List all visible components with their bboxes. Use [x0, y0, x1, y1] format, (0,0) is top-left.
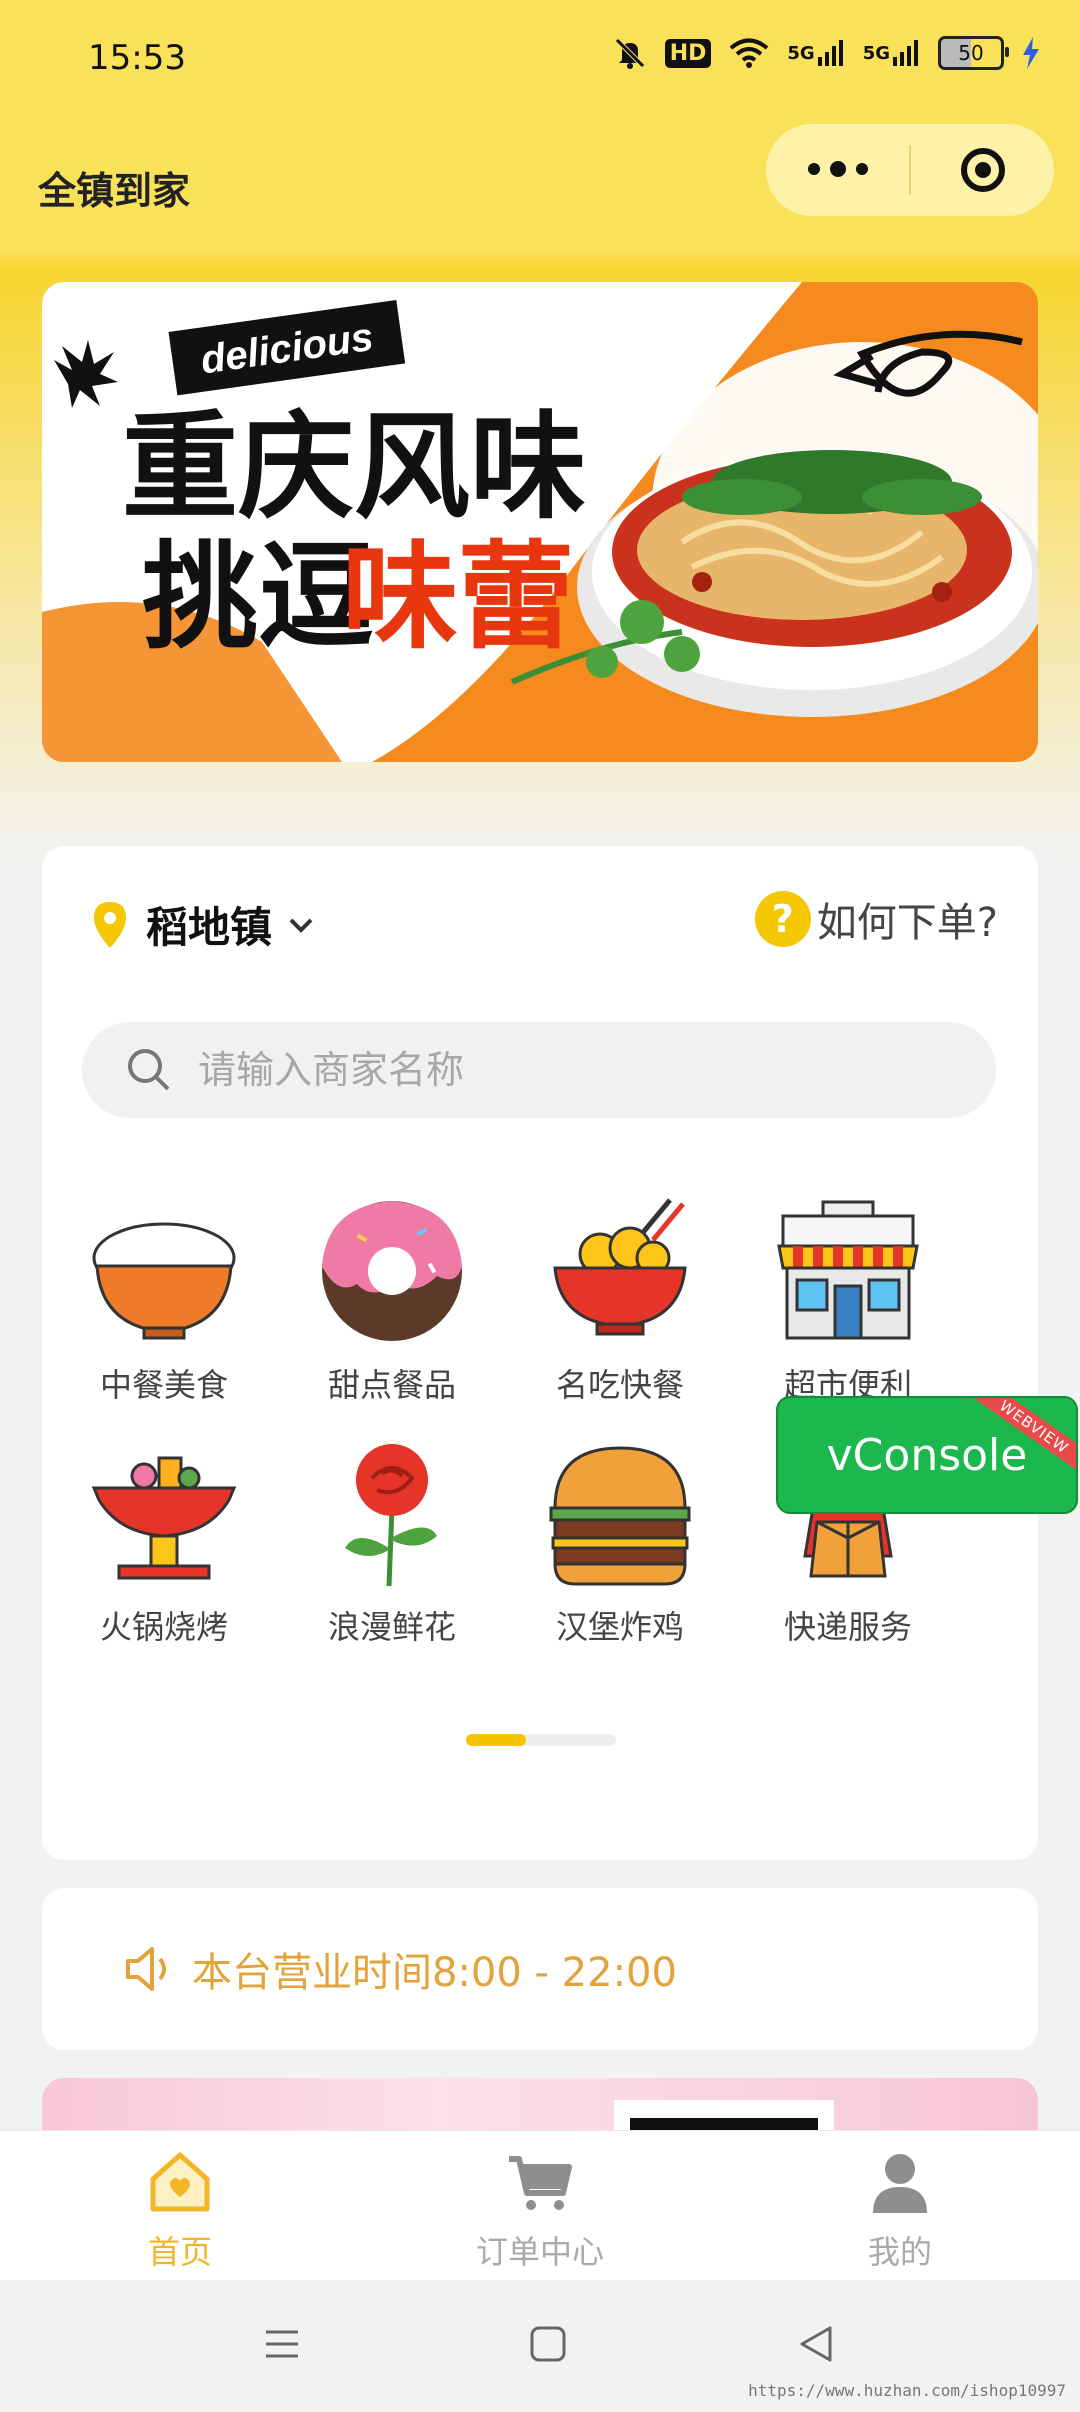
status-icons: HD 5G 5G 50 [613, 36, 1040, 70]
category-label: 名吃快餐 [555, 1366, 684, 1404]
category-label: 快递服务 [783, 1608, 912, 1646]
tab-orders[interactable]: 订单中心 [420, 2147, 660, 2273]
category-label: 汉堡炸鸡 [555, 1608, 684, 1646]
category-hotpot-bbq[interactable]: 火锅烧烤 [64, 1438, 264, 1648]
signal-5g-label-2: 5G [862, 42, 890, 64]
hotpot-icon [91, 1456, 237, 1580]
signal-5g-label-1: 5G [787, 42, 815, 64]
category-chinese-food[interactable]: 中餐美食 [64, 1196, 264, 1406]
location-selector[interactable]: 稻地镇 [90, 894, 314, 955]
back-triangle-icon[interactable] [796, 2324, 836, 2364]
wifi-icon [729, 37, 769, 69]
question-icon: ? [754, 891, 811, 947]
cart-icon [509, 2156, 572, 2210]
banner-line2-black: 挑逗 [142, 530, 374, 665]
promo-strip[interactable] [42, 2078, 1038, 2138]
location-pin-icon [94, 901, 126, 948]
noodle-bowl-icon [553, 1198, 687, 1336]
tab-home[interactable]: 首页 [60, 2147, 300, 2273]
tab-profile[interactable]: 我的 [780, 2147, 1020, 2273]
rice-bowl-icon [92, 1222, 236, 1340]
category-desserts[interactable]: 甜点餐品 [292, 1196, 492, 1406]
vconsole-label: vConsole [826, 1429, 1028, 1481]
burger-icon [549, 1446, 691, 1586]
business-hours-notice: 本台营业时间8:00 - 22:00 [42, 1888, 1038, 2050]
promo-banner[interactable]: delicious 重庆风味 挑逗 味蕾 [42, 282, 1038, 762]
home-square-icon[interactable] [528, 2324, 568, 2364]
category-flowers[interactable]: 浪漫鲜花 [292, 1438, 492, 1648]
search-icon [128, 1049, 170, 1091]
donut-icon [322, 1201, 462, 1341]
charging-bolt-icon [1022, 37, 1040, 69]
search-input[interactable] [196, 1047, 900, 1093]
status-bar: 15:53 HD 5G 5G 50 [0, 0, 1080, 120]
business-hours-text: 本台营业时间8:00 - 22:00 [192, 1950, 677, 1996]
category-panel: 稻地镇 ? 如何下单? 中餐美食 [42, 846, 1038, 1860]
more-menu-button[interactable] [766, 161, 909, 177]
store-icon [777, 1200, 919, 1340]
speaker-icon [126, 1947, 166, 1991]
status-time: 15:53 [88, 38, 186, 78]
category-convenience-store[interactable]: 超市便利 [748, 1196, 948, 1406]
chevron-down-icon [289, 918, 313, 933]
target-icon [960, 148, 1005, 192]
category-label: 浪漫鲜花 [327, 1608, 456, 1646]
home-icon [150, 2152, 210, 2212]
watermark: https://www.huzhan.com/ishop10997 [748, 2381, 1066, 2400]
battery-level: 50 [958, 41, 984, 65]
category-burger-chicken[interactable]: 汉堡炸鸡 [520, 1438, 720, 1648]
tab-label: 订单中心 [475, 2233, 604, 2271]
location-town: 稻地镇 [146, 903, 273, 952]
battery-icon: 50 [938, 36, 1009, 70]
vconsole-button[interactable]: vConsole WEBVIEW [776, 1396, 1078, 1514]
miniapp-capsule [766, 124, 1054, 216]
category-page-indicator [466, 1734, 616, 1746]
bottom-tab-bar: 首页 订单中心 我的 [0, 2130, 1080, 2281]
signal-5g-icon-1: 5G [787, 39, 844, 67]
tab-label: 我的 [867, 2233, 932, 2271]
close-miniapp-button[interactable] [911, 148, 1054, 192]
mute-bell-icon [613, 36, 647, 70]
how-to-order-link[interactable]: ? 如何下单? [754, 890, 998, 948]
signal-5g-icon-2: 5G [863, 39, 920, 67]
banner-line1: 重庆风味 [122, 400, 586, 535]
page-title: 全镇到家 [38, 169, 191, 213]
rose-icon [345, 1444, 437, 1587]
tab-label: 首页 [147, 2233, 212, 2271]
hd-icon: HD [664, 38, 712, 68]
category-label: 火锅烧烤 [99, 1608, 228, 1646]
search-bar[interactable] [82, 1022, 996, 1118]
system-navigation-bar: https://www.huzhan.com/ishop10997 [0, 2280, 1080, 2412]
banner-line2-orange: 味蕾 [342, 530, 574, 665]
category-label: 中餐美食 [99, 1366, 228, 1404]
category-label: 甜点餐品 [327, 1366, 456, 1404]
category-snacks[interactable]: 名吃快餐 [520, 1196, 720, 1406]
how-to-order-label: 如何下单? [816, 900, 998, 946]
user-icon [873, 2154, 927, 2213]
menu-icon[interactable] [262, 2324, 302, 2364]
